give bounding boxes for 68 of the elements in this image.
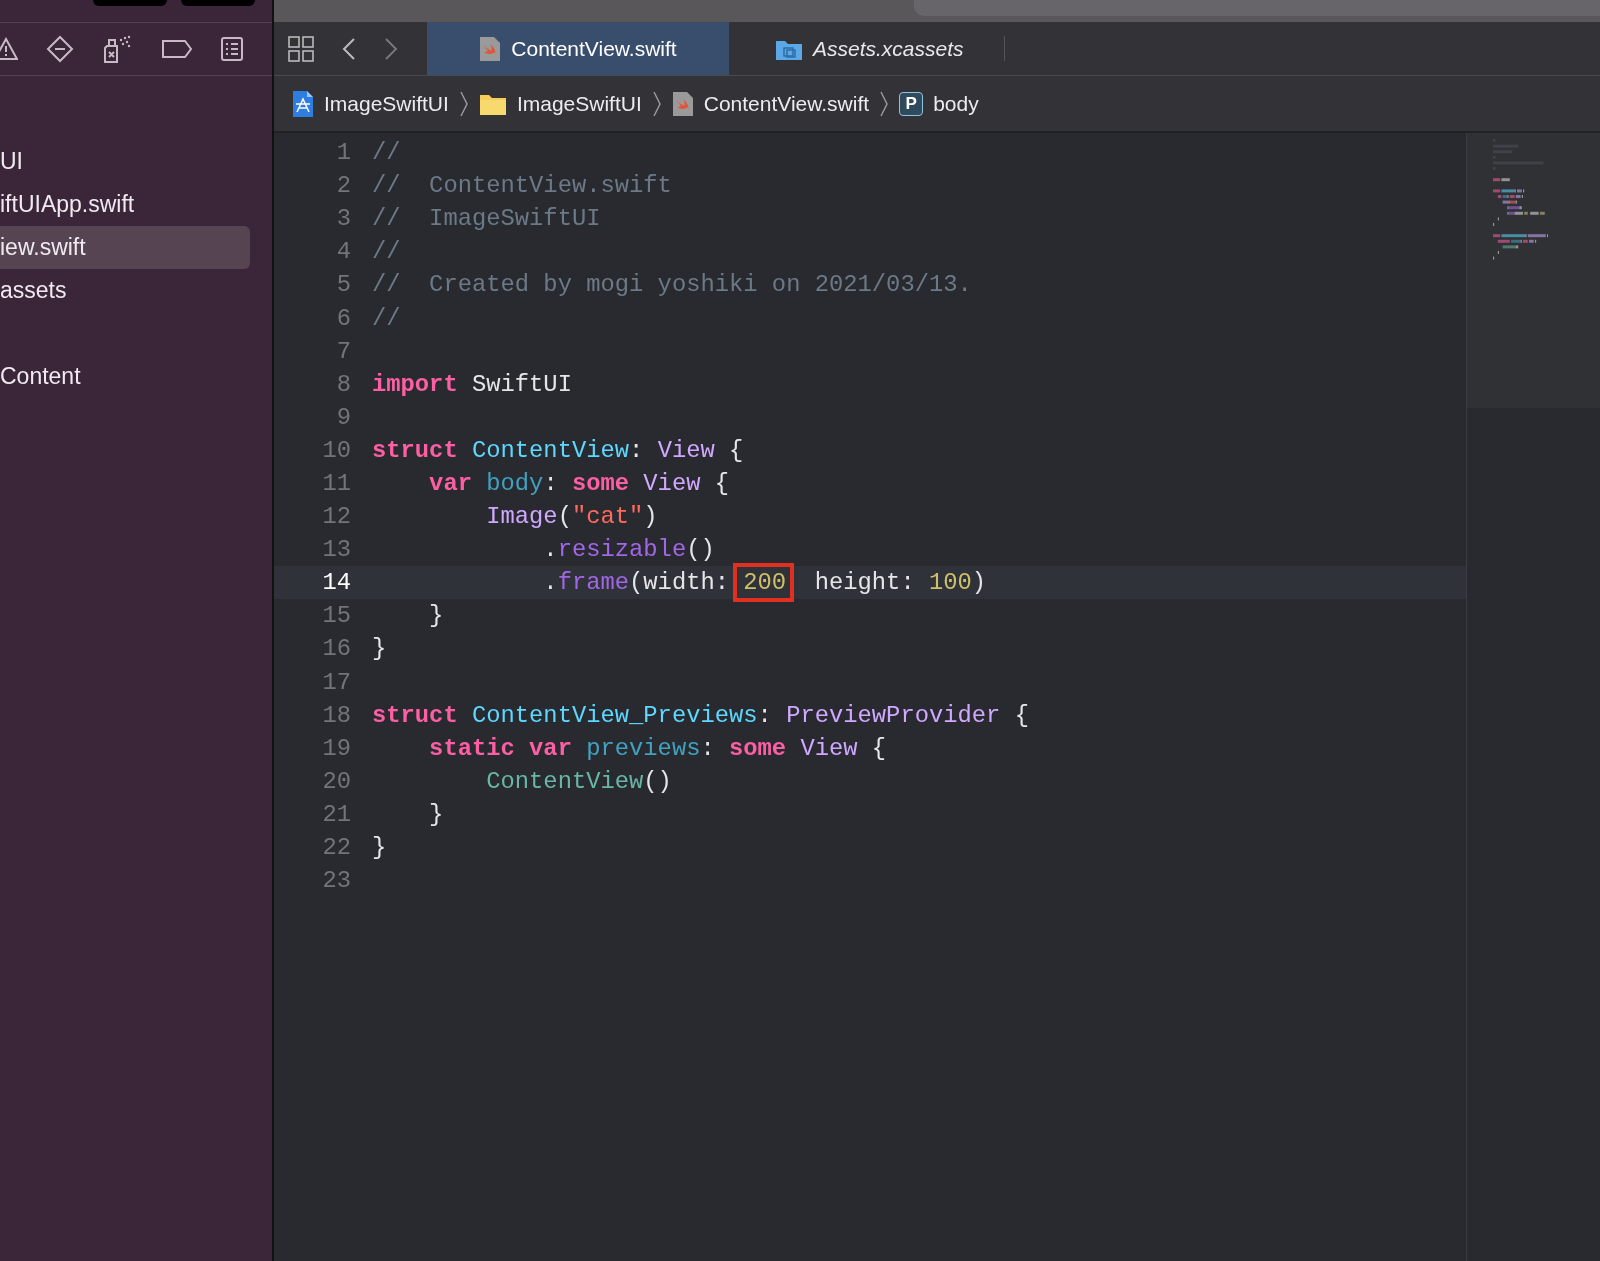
list-icon[interactable] [220, 36, 244, 62]
code-text: .resizable() [542, 536, 715, 564]
code-text: static var previews: some View { [428, 734, 887, 762]
breadcrumb-item[interactable]: ContentView.swift [703, 91, 870, 116]
warning-icon[interactable] [0, 37, 18, 61]
line-number: 23 [321, 867, 352, 895]
file-item[interactable]: iftUIApp.swift [0, 183, 250, 226]
line-number: 11 [321, 470, 352, 497]
code-text: // [372, 238, 401, 266]
line-number: 12 [321, 503, 352, 531]
line-number: 15 [321, 602, 352, 630]
line-number: 9 [335, 403, 352, 431]
file-item[interactable]: UI [0, 140, 250, 183]
diamond-icon[interactable] [45, 35, 74, 63]
line-number: 17 [321, 668, 352, 696]
chevron-icon [879, 90, 890, 117]
swift-file-icon [479, 35, 502, 62]
spray-bottle-icon[interactable] [101, 34, 133, 64]
code-text: var body: some View { [428, 470, 730, 497]
code-text: struct ContentView_Previews: PreviewProvider { [372, 701, 1029, 729]
code-text: Image("cat") [485, 503, 658, 531]
editor-tab[interactable]: Assets.xcassets [729, 22, 1004, 75]
code-text: // ImageSwiftUI [372, 205, 601, 233]
file-item[interactable]: assets [0, 269, 250, 312]
line-number: 4 [335, 238, 352, 266]
line-number: 16 [321, 635, 352, 663]
chevron-icon [651, 90, 662, 117]
breadcrumb-item[interactable]: ImageSwiftUI [516, 91, 642, 116]
line-number: 22 [321, 834, 352, 861]
code-text: } [428, 800, 444, 828]
line-number: 21 [321, 800, 352, 828]
file-item[interactable]: Content [0, 355, 250, 398]
code-text: } [372, 635, 387, 663]
project-file-icon [292, 89, 314, 118]
file-item[interactable]: iew.swift [0, 226, 250, 269]
line-number: 13 [321, 536, 352, 564]
chevron-icon [458, 90, 469, 117]
line-number: 8 [335, 370, 352, 398]
line-number: 19 [321, 734, 352, 762]
line-number: 5 [335, 271, 352, 299]
forward-chevron-icon[interactable] [384, 36, 398, 61]
property-icon: P [899, 91, 924, 116]
code-text: // [372, 304, 401, 332]
code-text: // [372, 139, 401, 167]
line-number: 7 [335, 337, 352, 365]
line-number: 18 [321, 701, 352, 729]
line-number: 2 [335, 172, 352, 200]
breadcrumb-item[interactable]: ImageSwiftUI [324, 91, 449, 116]
back-chevron-icon[interactable] [342, 36, 356, 61]
line-number: 3 [335, 205, 352, 233]
code-text: import SwiftUI [372, 370, 572, 398]
line-number: 6 [335, 304, 352, 332]
tag-icon[interactable] [160, 39, 193, 59]
line-number: 10 [321, 436, 352, 464]
code-text: // ContentView.swift [372, 172, 672, 200]
grid-icon[interactable] [288, 35, 314, 62]
code-text: ContentView() [485, 767, 672, 795]
swift-file-icon [671, 90, 694, 117]
line-number: 1 [335, 139, 352, 167]
code-text: struct ContentView: View { [372, 436, 744, 464]
code-text: } [372, 834, 387, 861]
line-number: 20 [321, 767, 352, 795]
code-text: } [428, 602, 444, 630]
editor-tab[interactable]: ContentView.swift [427, 22, 729, 75]
breadcrumb-item[interactable]: body [933, 91, 979, 116]
line-number: 14 [321, 569, 352, 597]
code-text: // Created by mogi yoshiki on 2021/03/13. [372, 271, 972, 299]
code-text: .frame(width: 200 height: 100) [542, 569, 987, 597]
